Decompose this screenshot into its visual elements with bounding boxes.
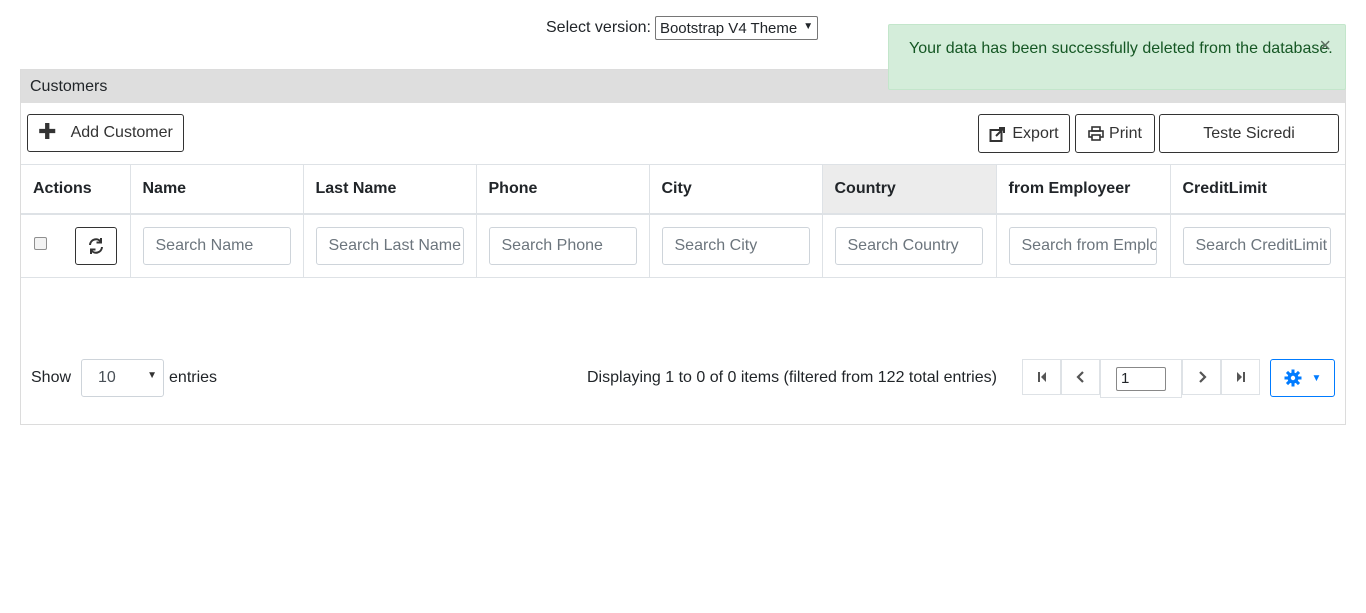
page-number-cell: 1 [1100, 359, 1182, 398]
caret-down-icon: ▼ [147, 370, 158, 381]
gear-icon [1284, 369, 1302, 387]
caret-down-icon: ▼ [1311, 372, 1322, 384]
panel-title: Customers [30, 77, 108, 95]
last-page-button[interactable] [1221, 359, 1260, 395]
export-button[interactable]: Export [978, 114, 1070, 153]
add-customer-button[interactable]: ✚ Add Customer [27, 114, 184, 152]
col-header-actions: Actions [21, 164, 131, 215]
success-alert: Your data has been successfully deleted … [888, 24, 1346, 90]
search-from-employeer-input[interactable]: Search from Employeer [1008, 226, 1157, 265]
entries-label: entries [169, 369, 218, 386]
col-header-country[interactable]: Country [821, 164, 997, 215]
col-header-name[interactable]: Name [129, 164, 304, 215]
version-select-value: Bootstrap V4 Theme [659, 19, 798, 37]
first-page-button[interactable] [1022, 359, 1061, 395]
filter-cell-credit-limit: Search CreditLimit [1169, 213, 1345, 278]
refresh-icon [89, 237, 103, 254]
show-label: Show [31, 369, 72, 386]
col-header-credit-limit[interactable]: CreditLimit [1169, 164, 1345, 215]
pagination: 1 [1022, 359, 1260, 398]
teste-sicredi-button[interactable]: Teste Sicredi [1159, 114, 1339, 153]
filter-cell-from-employeer: Search from Employeer [995, 213, 1171, 278]
print-label: Print [1109, 124, 1142, 142]
customers-grid: Actions Name Last Name Phone City Countr… [21, 164, 1345, 278]
refresh-button[interactable] [75, 226, 117, 265]
search-city-input[interactable]: Search City [661, 226, 810, 265]
prev-page-button[interactable] [1061, 359, 1100, 395]
filter-cell-last-name: Search Last Name [302, 213, 477, 278]
print-icon [1088, 125, 1104, 141]
chevron-left-icon [1075, 371, 1084, 383]
close-icon[interactable]: × [1319, 35, 1331, 58]
search-name-input[interactable]: Search Name [142, 226, 291, 265]
last-page-icon [1236, 372, 1245, 382]
filter-row: Search Name Search Last Name Search Phon… [21, 213, 1345, 278]
alert-message: Your data has been successfully deleted … [909, 40, 1333, 57]
version-label: Select version: [546, 19, 651, 36]
customers-panel: Customers ✚ Add Customer Export Print Te… [20, 69, 1346, 425]
col-header-city[interactable]: City [648, 164, 823, 215]
col-header-from-employeer[interactable]: from Employeer [995, 164, 1171, 215]
version-selector: Select version: Bootstrap V4 Theme ▼ [546, 16, 819, 40]
search-country-input[interactable]: Search Country [834, 226, 983, 265]
display-info: Displaying 1 to 0 of 0 items (filtered f… [587, 369, 997, 386]
filter-cell-country: Search Country [821, 213, 997, 278]
actions-cell [21, 213, 131, 278]
print-button[interactable]: Print [1075, 114, 1155, 153]
filter-cell-phone: Search Phone [475, 213, 650, 278]
filter-cell-city: Search City [648, 213, 823, 278]
search-phone-input[interactable]: Search Phone [488, 226, 637, 265]
entries-select-value: 10 [98, 369, 116, 386]
first-page-icon [1037, 372, 1046, 382]
search-credit-limit-input[interactable]: Search CreditLimit [1182, 226, 1331, 265]
header-row: Actions Name Last Name Phone City Countr… [21, 164, 1345, 215]
filter-cell-name: Search Name [129, 213, 304, 278]
settings-dropdown-button[interactable]: ▼ [1270, 359, 1335, 397]
chevron-right-icon [1198, 371, 1207, 383]
plus-icon: ✚ [38, 119, 57, 144]
export-icon [989, 126, 1006, 142]
search-last-name-input[interactable]: Search Last Name [315, 226, 464, 265]
next-page-button[interactable] [1182, 359, 1221, 395]
col-header-last-name[interactable]: Last Name [302, 164, 477, 215]
version-select[interactable]: Bootstrap V4 Theme ▼ [654, 16, 819, 40]
entries-control: Show 10 ▼ entries [31, 359, 217, 397]
entries-select[interactable]: 10 ▼ [81, 359, 165, 397]
caret-down-icon: ▼ [803, 20, 814, 32]
export-label: Export [1012, 124, 1059, 142]
select-all-checkbox[interactable] [34, 236, 47, 250]
teste-sicredi-label: Teste Sicredi [1203, 124, 1295, 142]
add-customer-label: Add Customer [70, 124, 173, 141]
col-header-phone[interactable]: Phone [475, 164, 650, 215]
page-number-input[interactable]: 1 [1116, 366, 1166, 391]
